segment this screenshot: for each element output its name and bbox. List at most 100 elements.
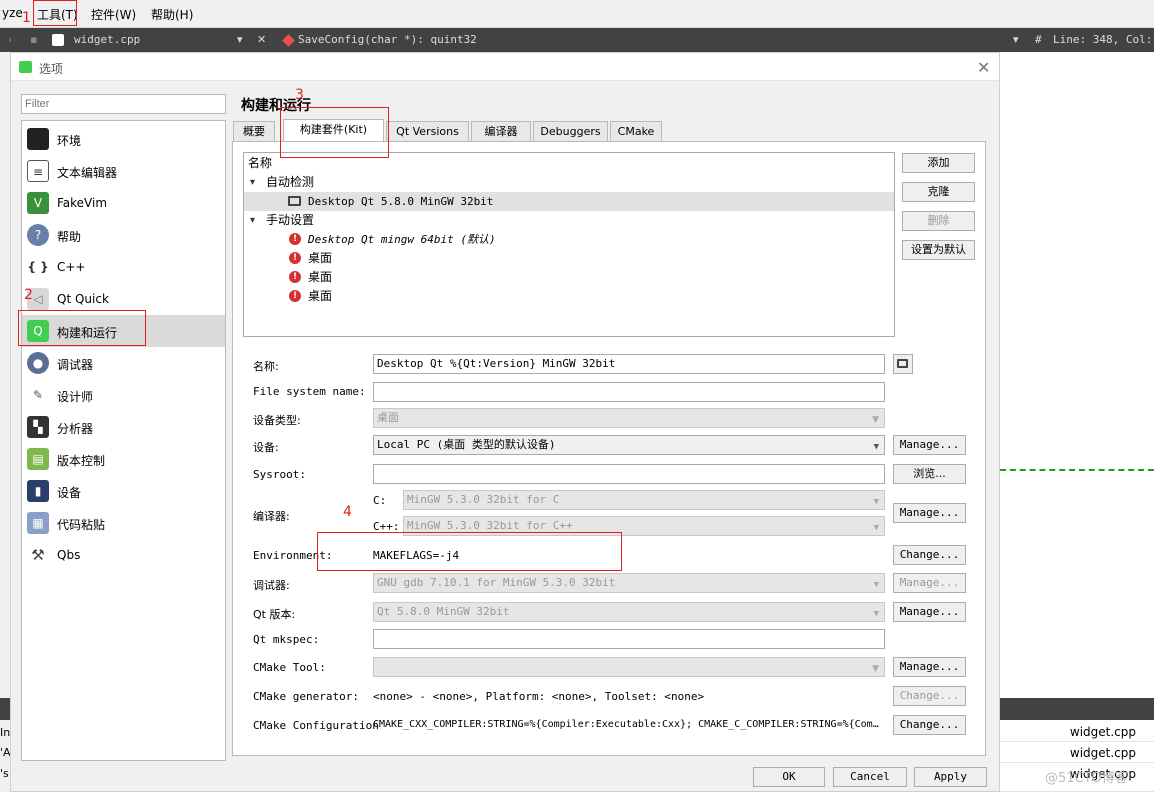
chevron-down-icon: ▼ — [873, 609, 879, 619]
device-type-select[interactable]: 桌面 ▼ — [373, 408, 885, 428]
output-row[interactable]: widget.cpp — [1000, 722, 1154, 742]
mkspec-label: Qt mkspec: — [253, 633, 320, 646]
monitor-icon — [897, 359, 908, 368]
watermark: @51CTO博客 — [1045, 771, 1128, 786]
tree-kit-manual[interactable]: ! 桌面 — [244, 249, 894, 268]
icon-picker-button[interactable] — [893, 354, 913, 374]
left-background-strip — [0, 52, 10, 792]
annotation-number: 2 — [24, 287, 33, 303]
cancel-button[interactable]: Cancel — [833, 767, 907, 787]
dialog-title-bar[interactable]: 选项 ✕ — [11, 53, 999, 81]
error-icon: ! — [289, 271, 301, 283]
tree-group-manual[interactable]: ▾ 手动设置 — [244, 211, 894, 230]
tree-kit-desktop-mingw32[interactable]: Desktop Qt 5.8.0 MinGW 32bit — [244, 192, 894, 211]
ok-button[interactable]: OK — [753, 767, 825, 787]
manage-compiler-button[interactable]: Manage... — [893, 503, 966, 523]
fakevim-icon: V — [27, 192, 49, 214]
name-field[interactable]: Desktop Qt %{Qt:Version} MinGW 32bit — [373, 354, 885, 374]
category-code-paste[interactable]: ▦ 代码粘贴 — [22, 507, 225, 539]
chevron-down-icon: ▼ — [873, 523, 879, 533]
category-cpp[interactable]: { } C++ — [22, 251, 225, 283]
close-file-icon[interactable]: ✕ — [257, 33, 266, 46]
change-cmake-generator-button[interactable]: Change... — [893, 686, 966, 706]
manage-device-button[interactable]: Manage... — [893, 435, 966, 455]
chevron-down-icon: ▼ — [872, 664, 879, 674]
category-version-control[interactable]: ▤ 版本控制 — [22, 443, 225, 475]
sysroot-field[interactable] — [373, 464, 885, 484]
annotation-box-tools-menu — [33, 0, 77, 26]
tablet-icon: ▮ — [27, 480, 49, 502]
tab-qt-versions[interactable]: Qt Versions — [386, 121, 469, 141]
category-text-editor[interactable]: ≡ 文本编辑器 — [22, 155, 225, 187]
file-dropdown-icon[interactable]: ▾ — [237, 33, 243, 46]
tab-cmake[interactable]: CMake — [610, 121, 662, 141]
tree-group-auto[interactable]: ▾ 自动检测 — [244, 173, 894, 192]
category-qbs[interactable]: ⚒ Qbs — [22, 539, 225, 571]
category-help[interactable]: ? 帮助 — [22, 219, 225, 251]
qt-version-label: Qt 版本: — [253, 608, 296, 621]
close-icon[interactable]: ✕ — [977, 58, 990, 77]
manage-qt-version-button[interactable]: Manage... — [893, 602, 966, 622]
chevron-down-icon[interactable]: ▾ — [250, 173, 255, 192]
cursor-position[interactable]: Line: 348, Col: 1 — [1053, 33, 1154, 46]
function-name[interactable]: SaveConfig(char *): quint32 — [298, 33, 477, 46]
help-icon: ? — [27, 224, 49, 246]
c-compiler-select[interactable]: MinGW 5.3.0 32bit for C ▼ — [403, 490, 885, 510]
bug-icon: ● — [27, 352, 49, 374]
kits-panel: 名称 ▾ 自动检测 Desktop Qt 5.8.0 MinGW 32bit ▾… — [232, 141, 986, 756]
manage-debugger-button[interactable]: Manage... — [893, 573, 966, 593]
editor-toolbar: › ▪ widget.cpp ▾ ✕ SaveConfig(char *): q… — [0, 28, 1154, 52]
fs-name-field[interactable] — [373, 382, 885, 402]
category-devices[interactable]: ▮ 设备 — [22, 475, 225, 507]
tree-kit-manual[interactable]: ! Desktop Qt mingw 64bit (默认) — [244, 230, 894, 249]
browse-sysroot-button[interactable]: 浏览... — [893, 464, 966, 484]
chevron-down-icon: ▼ — [872, 415, 879, 425]
pen-ruler-icon: ✎ — [27, 384, 49, 406]
output-row[interactable]: widget.cpp — [1000, 743, 1154, 763]
text-editor-icon: ≡ — [27, 160, 49, 182]
manage-cmake-tool-button[interactable]: Manage... — [893, 657, 966, 677]
category-designer[interactable]: ✎ 设计师 — [22, 379, 225, 411]
left-output-text: In — [0, 726, 11, 739]
lock-icon: ▪ — [30, 33, 38, 46]
hammer-icon: ⚒ — [27, 544, 49, 566]
category-environment[interactable]: 环境 — [22, 123, 225, 155]
error-icon: ! — [289, 233, 301, 245]
menu-help[interactable]: 帮助(H) — [151, 6, 193, 23]
change-environment-button[interactable]: Change... — [893, 545, 966, 565]
qt-version-select[interactable]: Qt 5.8.0 MinGW 32bit ▼ — [373, 602, 885, 622]
tree-kit-manual[interactable]: ! 桌面 — [244, 268, 894, 287]
mkspec-field[interactable] — [373, 629, 885, 649]
add-kit-button[interactable]: 添加 — [902, 153, 975, 173]
category-fakevim[interactable]: V FakeVim — [22, 187, 225, 219]
annotation-number: 1 — [22, 10, 31, 26]
category-debugger[interactable]: ● 调试器 — [22, 347, 225, 379]
open-file-name[interactable]: widget.cpp — [74, 33, 140, 46]
delete-kit-button[interactable]: 删除 — [902, 211, 975, 231]
cmake-generator-label: CMake generator: — [253, 690, 359, 703]
chevron-down-icon[interactable]: ▾ — [250, 211, 255, 230]
device-label: 设备: — [253, 441, 279, 454]
compiler-label: 编译器: — [253, 510, 290, 523]
tab-debuggers[interactable]: Debuggers — [533, 121, 608, 141]
tree-kit-manual[interactable]: ! 桌面 — [244, 287, 894, 306]
tab-compilers[interactable]: 编译器 — [471, 121, 531, 141]
function-dropdown-icon[interactable]: ▾ — [1013, 33, 1019, 46]
filter-input[interactable] — [21, 94, 226, 114]
debugger-select[interactable]: GNU gdb 7.10.1 for MinGW 5.3.0 32bit ▼ — [373, 573, 885, 593]
nav-arrow-icon[interactable]: › — [8, 33, 12, 46]
menu-truncated[interactable]: yze — [2, 6, 23, 20]
tab-overview[interactable]: 概要 — [233, 121, 275, 141]
device-select[interactable]: Local PC (桌面 类型的默认设备) ▼ — [373, 435, 885, 455]
clone-kit-button[interactable]: 克隆 — [902, 182, 975, 202]
annotation-box-build-run — [18, 310, 146, 346]
set-default-button[interactable]: 设置为默认 — [902, 240, 975, 260]
function-icon — [282, 34, 295, 47]
name-label: 名称: — [253, 360, 279, 373]
menu-controls[interactable]: 控件(W) — [91, 6, 136, 23]
category-analyzer[interactable]: ▚ 分析器 — [22, 411, 225, 443]
cmake-tool-select[interactable]: ▼ — [373, 657, 885, 677]
options-dialog: 选项 ✕ 环境 ≡文本编辑器 VFakeVim ?帮助 { }C++ ◁Qt Q… — [10, 52, 1000, 792]
apply-button[interactable]: Apply — [914, 767, 987, 787]
change-cmake-config-button[interactable]: Change... — [893, 715, 966, 735]
